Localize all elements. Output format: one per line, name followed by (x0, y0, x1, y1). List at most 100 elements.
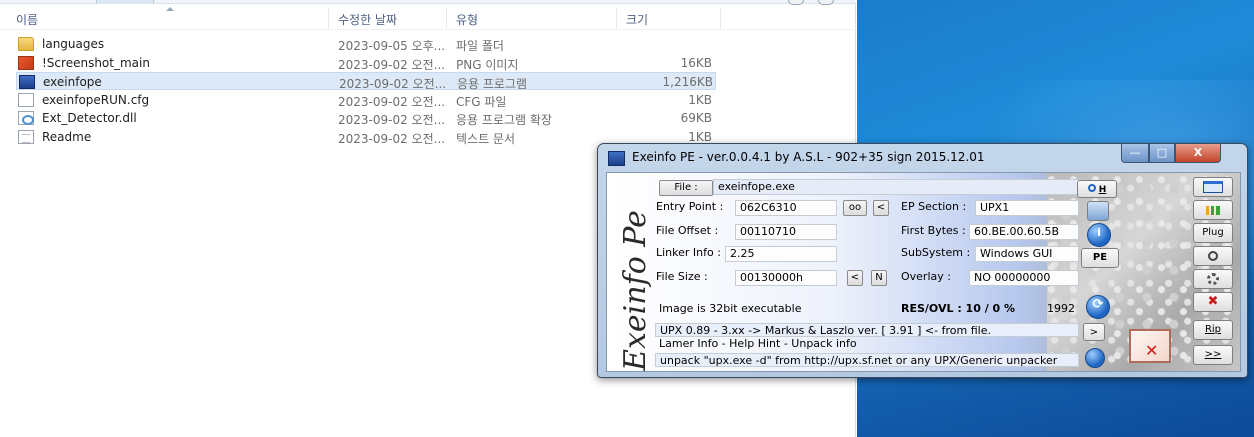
plug-button[interactable]: Plug (1193, 223, 1233, 243)
file-type: 응용 프로그램 (457, 77, 528, 91)
n-button[interactable]: N (871, 270, 887, 286)
file-name: Ext_Detector.dll (42, 111, 137, 125)
column-separator[interactable] (616, 8, 617, 28)
entry-point-field[interactable]: 062C6310 (735, 200, 837, 216)
hint-line-text[interactable]: Lamer Info - Help Hint - Unpack info (655, 337, 1079, 351)
signature-text: Exeinfo Pe (617, 210, 653, 371)
caption-buttons: — □ X (1121, 144, 1241, 164)
sort-arrow-icon (166, 7, 174, 11)
file-open-button[interactable]: File : (659, 180, 713, 196)
options-button[interactable] (1193, 269, 1233, 289)
file-size-label: File Size : (656, 270, 708, 283)
image-info-text: Image is 32bit executable (659, 302, 802, 315)
file-date: 2023-09-02 오전... (338, 94, 446, 109)
ep-prev-button[interactable]: < (873, 200, 889, 216)
window-icon-button[interactable] (1193, 177, 1233, 197)
file-type: PNG 이미지 (456, 57, 519, 72)
cfg-file-icon (18, 92, 34, 107)
column-size[interactable]: 크기 (626, 11, 648, 28)
file-size: 1,216KB (662, 75, 713, 89)
first-bytes-label: First Bytes : (901, 224, 966, 237)
file-date: 2023-09-02 오전... (338, 131, 446, 146)
column-name[interactable]: 이름 (16, 11, 38, 28)
gear-icon (1207, 273, 1219, 285)
red-x-mark: ✕ (1145, 341, 1159, 360)
file-name: exeinfope (43, 75, 102, 89)
close-button[interactable]: X (1175, 144, 1221, 163)
mail-cancel-icon[interactable]: ✕ (1129, 329, 1171, 363)
refresh-icon[interactable]: ⟳ (1086, 295, 1110, 319)
minimize-button[interactable]: — (1121, 144, 1149, 163)
column-separator[interactable] (328, 8, 329, 28)
overlay-label: Overlay : (901, 270, 951, 283)
unpack-info-field[interactable]: unpack "upx.exe -d" from http://upx.sf.n… (655, 353, 1079, 367)
file-size-field[interactable]: 00130000h (735, 270, 837, 286)
column-separator[interactable] (720, 8, 721, 28)
png-file-icon (18, 55, 34, 70)
subsystem-label: SubSystem : (901, 246, 971, 259)
text-file-icon (18, 129, 34, 144)
file-name: exeinfopeRUN.cfg (42, 92, 150, 107)
file-date: 2023-09-02 오전... (338, 113, 446, 127)
window-title: Exeinfo PE - ver.0.0.4.1 by A.S.L - 902+… (632, 150, 985, 164)
file-name-field[interactable]: exeinfope.exe (713, 179, 1085, 195)
exe-file-icon (19, 75, 35, 89)
file-row[interactable]: Ext_Detector.dll 2023-09-02 오전... 응용 프로그램 … (16, 109, 716, 127)
file-name: !Screenshot_main (42, 55, 150, 70)
next-button[interactable]: >> (1193, 345, 1233, 365)
sections-tree-icon[interactable] (1087, 201, 1109, 221)
file-type: 응용 프로그램 확장 (456, 113, 552, 127)
target-button[interactable] (1193, 246, 1233, 266)
search-h-button[interactable]: H (1077, 180, 1117, 198)
exeinfo-signature-logo: Exeinfo Pe (617, 203, 657, 371)
magnifier-icon (1087, 184, 1096, 192)
exeinfo-window: Exeinfo PE - ver.0.0.4.1 by A.S.L - 902+… (597, 143, 1248, 378)
web-globe-icon[interactable] (1085, 348, 1105, 368)
file-row[interactable]: exeinfope 2023-09-02 오전... 응용 프로그램 1,216KB (16, 72, 716, 91)
file-size: 16KB (680, 55, 712, 70)
file-name: Readme (42, 129, 92, 144)
file-name: languages (42, 37, 105, 51)
ep-section-label: EP Section : (901, 200, 967, 213)
column-separator[interactable] (446, 8, 447, 28)
file-date: 2023-09-02 오전... (338, 57, 446, 72)
app-icon[interactable] (608, 151, 625, 166)
year-text: 1992 (1047, 302, 1075, 315)
maximize-button[interactable]: □ (1149, 144, 1175, 163)
file-type: 파일 폴더 (456, 39, 504, 53)
linker-info-field[interactable]: 2.25 (725, 246, 837, 262)
file-date: 2023-09-05 오후... (338, 39, 446, 53)
info-icon[interactable]: i (1087, 223, 1111, 247)
exit-button[interactable]: ✖ (1193, 292, 1233, 312)
file-type: CFG 파일 (456, 94, 507, 109)
column-type[interactable]: 유형 (456, 11, 478, 28)
target-icon (1208, 251, 1218, 261)
file-offset-field[interactable]: 00110710 (735, 224, 837, 240)
scan-result-field[interactable]: UPX 0.89 - 3.xx -> Markus & Laszlo ver. … (655, 323, 1079, 337)
file-row[interactable]: exeinfopeRUN.cfg 2023-09-02 오전... CFG 파일 1K… (16, 91, 716, 109)
first-bytes-field[interactable]: 60.BE.00.60.5B (969, 224, 1079, 240)
h-label: H (1098, 185, 1107, 195)
file-type: 텍스트 문서 (456, 131, 516, 146)
column-header: 이름 수정한 날짜 유형 크기 (0, 4, 856, 30)
size-prev-button[interactable]: < (847, 270, 863, 286)
rip-button[interactable]: Rip (1193, 320, 1233, 340)
signal-bars-icon (1206, 206, 1220, 215)
ep-section-field[interactable]: UPX1 (975, 200, 1079, 216)
stats-button[interactable] (1193, 200, 1233, 220)
file-row[interactable]: !Screenshot_main 2023-09-02 오전... PNG 이미지 1… (16, 54, 716, 72)
file-row[interactable]: languages 2023-09-05 오후... 파일 폴더 (16, 35, 716, 53)
overlay-field[interactable]: NO 00000000 (969, 270, 1079, 286)
column-date[interactable]: 수정한 날짜 (338, 11, 397, 28)
file-size: 1KB (688, 92, 712, 107)
arrow-button[interactable]: > (1083, 323, 1105, 341)
oo-button[interactable]: oo (843, 200, 867, 216)
subsystem-field[interactable]: Windows GUI (975, 246, 1079, 262)
title-bar[interactable]: Exeinfo PE - ver.0.0.4.1 by A.S.L - 902+… (598, 144, 1247, 172)
file-size: 1KB (688, 129, 712, 144)
pe-button[interactable]: PE (1081, 248, 1119, 268)
dll-file-icon (18, 111, 34, 125)
red-x-icon: ✖ (1207, 294, 1219, 309)
file-date: 2023-09-02 오전... (339, 77, 447, 91)
file-offset-label: File Offset : (656, 224, 719, 237)
